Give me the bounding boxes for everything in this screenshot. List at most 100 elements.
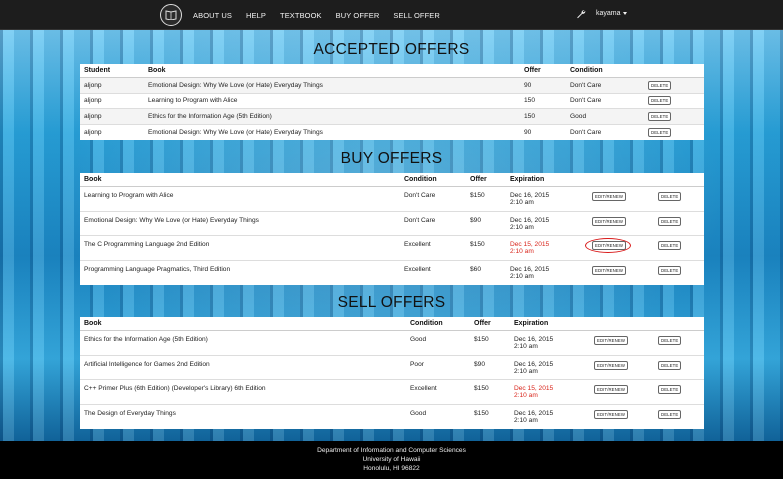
delete-button[interactable]: DELETE bbox=[648, 111, 672, 121]
delete-button[interactable]: DELETE bbox=[648, 127, 672, 137]
col-book: Book bbox=[80, 317, 406, 331]
expiration-cell: Dec 16, 2015 2:10 am bbox=[510, 330, 590, 355]
nav-about-us[interactable]: ABOUT US bbox=[193, 11, 232, 20]
delete-cell: DELETE bbox=[654, 186, 704, 211]
student-cell: aljonp bbox=[80, 108, 144, 124]
sell-offers-table: Book Condition Offer Expiration Ethics f… bbox=[80, 317, 704, 429]
nav-buy-offer[interactable]: BUY OFFER bbox=[336, 11, 380, 20]
col-offer: Offer bbox=[520, 64, 566, 78]
accepted-offers-table: Student Book Offer Condition aljonp Emot… bbox=[80, 64, 704, 140]
expiration-date: Dec 15, 2015 bbox=[514, 385, 554, 392]
wrench-icon[interactable] bbox=[576, 9, 586, 19]
buy-offers-table: Book Condition Offer Expiration Learning… bbox=[80, 173, 704, 285]
top-navbar: ABOUT US HELP TEXTBOOK BUY OFFER SELL OF… bbox=[0, 0, 783, 30]
book-cell: The Design of Everyday Things bbox=[80, 403, 406, 429]
offer-cell: 150 bbox=[520, 108, 566, 124]
table-row: The C Programming Language 2nd Edition E… bbox=[80, 235, 704, 260]
col-offer: Offer bbox=[466, 173, 506, 187]
col-actions bbox=[644, 64, 704, 78]
delete-cell: DELETE bbox=[654, 330, 704, 355]
table-row: aljonp Emotional Design: Why We Love (or… bbox=[80, 123, 704, 140]
delete-cell: DELETE bbox=[654, 379, 704, 404]
expiration-time: 2:10 am bbox=[514, 416, 538, 424]
offer-cell: $60 bbox=[466, 259, 506, 285]
expiration-time: 2:10 am bbox=[514, 343, 538, 350]
delete-cell: DELETE bbox=[654, 403, 704, 429]
expiration-time: 2:10 am bbox=[514, 392, 538, 399]
nav-sell-offer[interactable]: SELL OFFER bbox=[393, 11, 440, 20]
actions-cell: DELETE bbox=[644, 108, 704, 124]
col-book: Book bbox=[144, 64, 520, 78]
expiration-date: Dec 16, 2015 bbox=[514, 336, 554, 343]
edit-renew-button[interactable]: EDIT/RENEW bbox=[592, 265, 626, 275]
offer-cell: $150 bbox=[466, 186, 506, 211]
book-icon[interactable] bbox=[160, 4, 182, 26]
col-condition: Condition bbox=[566, 64, 644, 78]
delete-button[interactable]: DELETE bbox=[658, 360, 682, 370]
col-delete bbox=[654, 317, 704, 331]
offer-cell: 150 bbox=[520, 92, 566, 109]
nav-help[interactable]: HELP bbox=[246, 11, 266, 20]
delete-cell: DELETE bbox=[654, 235, 704, 260]
delete-button[interactable]: DELETE bbox=[658, 385, 682, 394]
expiration-time: 2:10 am bbox=[514, 367, 538, 375]
col-edit bbox=[588, 173, 654, 187]
delete-button[interactable]: DELETE bbox=[658, 265, 682, 275]
expiration-time: 2:10 am bbox=[510, 199, 534, 206]
condition-cell: Excellent bbox=[400, 235, 466, 260]
delete-button[interactable]: DELETE bbox=[648, 80, 672, 90]
offer-cell: $90 bbox=[466, 210, 506, 236]
buy-offers-panel: Book Condition Offer Expiration Learning… bbox=[80, 173, 704, 285]
footer-address: Honolulu, HI 96822 bbox=[363, 465, 420, 472]
expiration-date: Dec 16, 2015 bbox=[514, 409, 554, 417]
sell-offers-panel: Book Condition Offer Expiration Ethics f… bbox=[80, 317, 704, 429]
delete-button[interactable]: DELETE bbox=[658, 216, 682, 226]
edit-renew-button[interactable]: EDIT/RENEW bbox=[592, 192, 626, 201]
user-menu[interactable]: kayama bbox=[596, 10, 627, 17]
table-row: Artificial Intelligence for Games 2nd Ed… bbox=[80, 354, 704, 380]
table-row: Programming Language Pragmatics, Third E… bbox=[80, 259, 704, 285]
student-cell: aljonp bbox=[80, 92, 144, 109]
col-condition: Condition bbox=[400, 173, 466, 187]
table-row: The Design of Everyday Things Good $150 … bbox=[80, 403, 704, 429]
col-offer: Offer bbox=[470, 317, 510, 331]
offer-cell: 90 bbox=[520, 77, 566, 93]
col-condition: Condition bbox=[406, 317, 470, 331]
student-cell: aljonp bbox=[80, 77, 144, 93]
edit-renew-button[interactable]: EDIT/RENEW bbox=[585, 238, 631, 253]
table-row: Emotional Design: Why We Love (or Hate) … bbox=[80, 210, 704, 236]
edit-renew-button[interactable]: EDIT/RENEW bbox=[594, 409, 628, 419]
edit-renew-button[interactable]: EDIT/RENEW bbox=[592, 216, 626, 226]
condition-cell: Excellent bbox=[400, 259, 466, 285]
expiration-date: Dec 16, 2015 bbox=[510, 216, 550, 224]
condition-cell: Don't Care bbox=[566, 92, 644, 109]
condition-cell: Don't Care bbox=[566, 123, 644, 140]
buy-offers-title: BUY OFFERS bbox=[340, 150, 443, 167]
edit-renew-button[interactable]: EDIT/RENEW bbox=[594, 385, 628, 394]
expiration-cell: Dec 16, 2015 2:10 am bbox=[506, 186, 588, 211]
delete-cell: DELETE bbox=[654, 354, 704, 380]
book-cell: Emotional Design: Why We Love (or Hate) … bbox=[80, 210, 400, 236]
expiration-cell-expired: Dec 15, 2015 2:10 am bbox=[510, 379, 590, 404]
col-edit bbox=[590, 317, 654, 331]
nav-textbook[interactable]: TEXTBOOK bbox=[280, 11, 322, 20]
delete-button[interactable]: DELETE bbox=[658, 241, 682, 250]
condition-cell: Good bbox=[406, 330, 470, 355]
delete-cell: DELETE bbox=[654, 210, 704, 236]
delete-button[interactable]: DELETE bbox=[658, 192, 682, 201]
edit-renew-button[interactable]: EDIT/RENEW bbox=[594, 360, 628, 370]
book-cell: Learning to Program with Alice bbox=[80, 186, 400, 211]
offer-cell: $90 bbox=[470, 354, 510, 380]
book-cell: Artificial Intelligence for Games 2nd Ed… bbox=[80, 354, 406, 380]
expiration-cell: Dec 16, 2015 2:10 am bbox=[510, 403, 590, 429]
delete-button[interactable]: DELETE bbox=[658, 409, 682, 419]
delete-button[interactable]: DELETE bbox=[648, 96, 672, 106]
col-expiration: Expiration bbox=[510, 317, 590, 331]
table-row: aljonp Learning to Program with Alice 15… bbox=[80, 92, 704, 109]
book-cell: C++ Primer Plus (6th Edition) (Developer… bbox=[80, 379, 406, 404]
edit-renew-button[interactable]: EDIT/RENEW bbox=[594, 336, 628, 345]
book-cell: Ethics for the Information Age (5th Edit… bbox=[144, 108, 520, 124]
book-cell: Ethics for the Information Age (5th Edit… bbox=[80, 330, 406, 355]
offer-cell: $150 bbox=[470, 403, 510, 429]
delete-button[interactable]: DELETE bbox=[658, 336, 682, 345]
